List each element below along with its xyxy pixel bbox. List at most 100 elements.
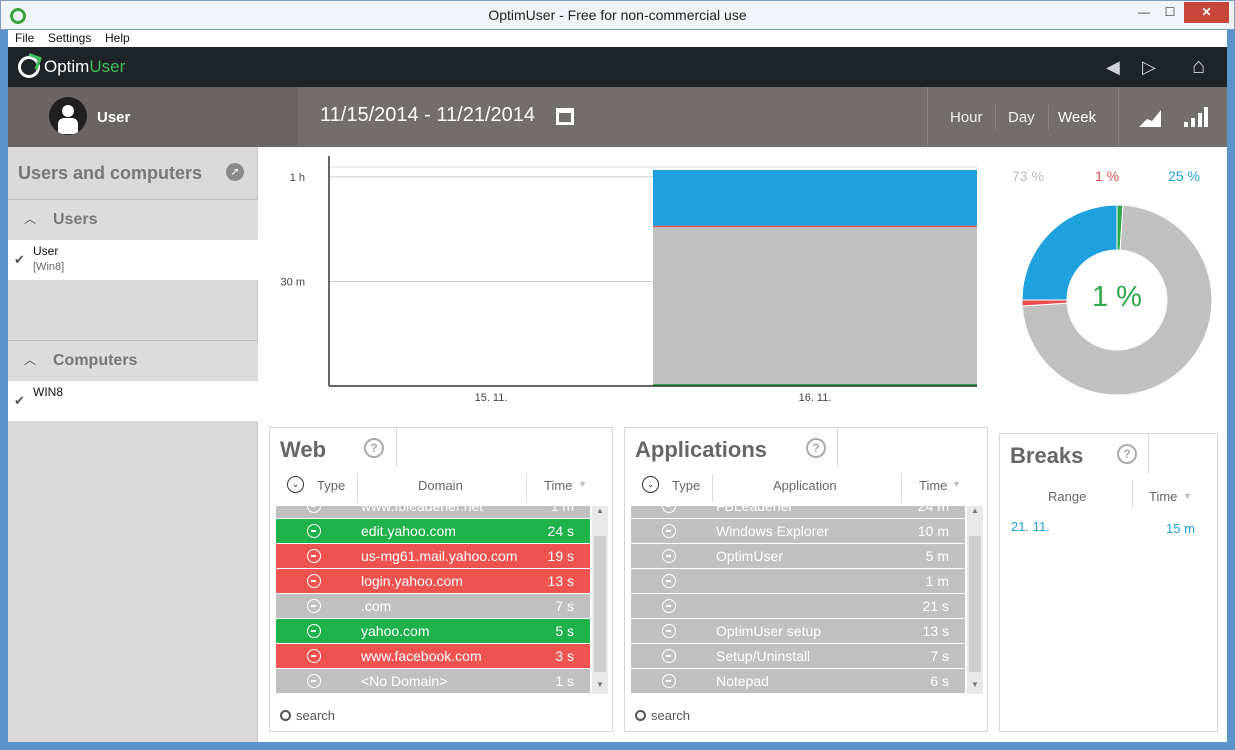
row-name: Windows Explorer	[716, 523, 829, 539]
content: 30 m1 h 15. 11. 16. 11. 73 % 1 % 25 % 1 % …	[259, 147, 1227, 742]
break-time: 15 m	[1166, 521, 1195, 536]
table-row[interactable]: <No Domain> 1 s	[276, 669, 590, 693]
status-icon	[662, 524, 676, 538]
row-time: 1 m	[550, 506, 574, 514]
web-title: Web	[280, 437, 327, 462]
users-section-header[interactable]: ︿ Users	[8, 199, 258, 239]
web-scrollbar[interactable]: ▲ ▼	[592, 506, 608, 694]
table-row[interactable]: edit.yahoo.com 24 s	[276, 519, 590, 543]
status-icon	[307, 574, 321, 588]
row-time: 6 s	[930, 673, 949, 689]
table-row[interactable]: 21 s	[631, 594, 965, 618]
web-search[interactable]: search	[280, 708, 335, 723]
back-icon[interactable]: ◀	[1106, 57, 1120, 78]
table-row[interactable]: 1 m	[631, 569, 965, 593]
help-icon[interactable]: ?	[806, 438, 826, 458]
row-time: 13 s	[547, 573, 574, 589]
status-icon	[662, 506, 676, 513]
close-button[interactable]: ✕	[1184, 2, 1229, 23]
scroll-thumb[interactable]	[594, 536, 606, 672]
period-day[interactable]: Day	[1008, 109, 1035, 126]
menu-settings[interactable]: Settings	[48, 31, 91, 45]
search-icon	[635, 710, 646, 721]
scroll-thumb[interactable]	[969, 536, 981, 672]
sidebar-item-win8[interactable]: ✔ WIN8	[8, 381, 258, 421]
row-time: 21 s	[922, 598, 949, 614]
user-item-name: User	[33, 244, 59, 258]
row-time: 5 s	[555, 623, 574, 639]
table-row[interactable]: Windows Explorer 10 m	[631, 519, 965, 543]
applications-title: Applications	[635, 437, 768, 462]
status-icon	[662, 574, 676, 588]
maximize-button[interactable]: ☐	[1157, 2, 1183, 23]
row-name: Setup/Uninstall	[716, 648, 811, 664]
header: User 11/15/2014 - 11/21/2014 Hour Day We…	[8, 87, 1227, 147]
user-item-sub: [Win8]	[33, 261, 65, 273]
col-application[interactable]: Application	[773, 478, 837, 493]
pin-icon[interactable]: ➚	[226, 163, 244, 181]
bar-chart-icon[interactable]	[1184, 107, 1208, 127]
row-time: 3 s	[555, 648, 574, 664]
table-row[interactable]: FBLeadener 24 m	[631, 506, 965, 518]
table-row[interactable]: yahoo.com 5 s	[276, 619, 590, 643]
search-icon	[280, 710, 291, 721]
table-row[interactable]: Setup/Uninstall 7 s	[631, 644, 965, 668]
scroll-down-icon[interactable]: ▼	[592, 680, 608, 694]
scroll-up-icon[interactable]: ▲	[592, 506, 608, 520]
y-tick-label: 1 h	[290, 172, 305, 184]
row-time: 13 s	[922, 623, 949, 639]
sort-toggle-icon[interactable]: ⌄	[642, 476, 659, 493]
col-type[interactable]: Type	[672, 478, 700, 493]
help-icon[interactable]: ?	[1117, 444, 1137, 464]
home-icon[interactable]: ⌂	[1192, 53, 1205, 79]
calendar-icon[interactable]	[556, 108, 574, 125]
row-time: 7 s	[930, 648, 949, 664]
col-range[interactable]: Range	[1048, 489, 1086, 504]
donut-center-value: 1 %	[1092, 281, 1142, 313]
applications-scrollbar[interactable]: ▲ ▼	[967, 506, 983, 694]
table-row[interactable]: login.yahoo.com 13 s	[276, 569, 590, 593]
sidebar-item-user[interactable]: ✔ User [Win8]	[8, 240, 258, 280]
col-time[interactable]: Time	[919, 478, 947, 493]
scroll-down-icon[interactable]: ▼	[967, 680, 983, 694]
period-week[interactable]: Week	[1058, 109, 1096, 126]
forward-icon[interactable]: ▷	[1142, 57, 1156, 78]
status-icon	[307, 649, 321, 663]
minimize-button[interactable]: —	[1131, 2, 1157, 23]
applications-search[interactable]: search	[635, 708, 690, 723]
table-row[interactable]: Notepad 6 s	[631, 669, 965, 693]
col-time[interactable]: Time	[1149, 489, 1177, 504]
breaks-tab[interactable]: Breaks ?	[999, 433, 1149, 473]
row-time: 5 m	[925, 548, 949, 564]
table-row[interactable]: OptimUser 5 m	[631, 544, 965, 568]
menu-help[interactable]: Help	[105, 31, 130, 45]
sort-desc-icon: ▼	[952, 479, 961, 489]
title-bar[interactable]: OptimUser - Free for non-commercial use …	[0, 0, 1235, 30]
user-panel[interactable]: User	[8, 87, 298, 147]
scroll-up-icon[interactable]: ▲	[967, 506, 983, 520]
row-name: us-mg61.mail.yahoo.com	[361, 548, 518, 564]
help-icon[interactable]: ?	[364, 438, 384, 458]
web-tab[interactable]: Web ?	[269, 427, 397, 467]
table-row[interactable]: www.facebook.com 3 s	[276, 644, 590, 668]
table-row[interactable]: .com 7 s	[276, 594, 590, 618]
area-chart-icon[interactable]	[1139, 107, 1161, 127]
computers-section-header[interactable]: ︿ Computers	[8, 340, 258, 380]
menu-bar: File Settings Help	[8, 30, 1227, 47]
menu-file[interactable]: File	[15, 31, 34, 45]
applications-tab[interactable]: Applications ?	[624, 427, 838, 467]
table-row[interactable]: us-mg61.mail.yahoo.com 19 s	[276, 544, 590, 568]
row-time: 19 s	[547, 548, 574, 564]
col-time[interactable]: Time	[544, 478, 572, 493]
col-domain[interactable]: Domain	[418, 478, 463, 493]
table-row[interactable]: OptimUser setup 13 s	[631, 619, 965, 643]
row-time: 24 s	[547, 523, 574, 539]
table-row[interactable]: www.fbleadener.net 1 m	[276, 506, 590, 518]
period-hour[interactable]: Hour	[950, 109, 983, 126]
row-time: 24 m	[917, 506, 949, 514]
col-type[interactable]: Type	[317, 478, 345, 493]
users-section-label: Users	[53, 211, 98, 228]
status-icon	[307, 524, 321, 538]
sort-toggle-icon[interactable]: ⌄	[287, 476, 304, 493]
status-icon	[307, 506, 321, 513]
